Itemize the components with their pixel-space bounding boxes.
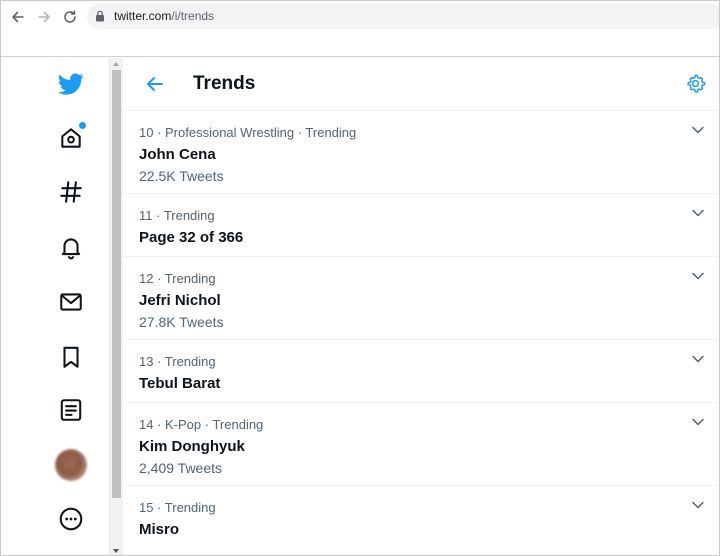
- trend-name: Jefri Nichol: [139, 292, 221, 309]
- trend-item[interactable]: 10 · Professional Wrestling · Trending J…: [123, 111, 719, 194]
- trend-item[interactable]: 14 · K-Pop · Trending Kim Donghyuk 2,409…: [123, 403, 719, 486]
- trend-meta: 13 · Trending: [139, 354, 216, 369]
- trend-menu-button[interactable]: [689, 350, 707, 368]
- trend-name: Kim Donghyuk: [139, 438, 245, 455]
- trend-meta: 12 · Trending: [139, 271, 216, 286]
- browser-toolbar: twitter.com/i/trends: [1, 1, 719, 57]
- address-url: twitter.com/i/trends: [114, 9, 214, 23]
- trend-menu-button[interactable]: [689, 204, 707, 222]
- sidebar-nav: [1, 58, 109, 555]
- trend-menu-button[interactable]: [689, 267, 707, 285]
- trend-tweet-count: 2,409 Tweets: [139, 460, 223, 476]
- address-bar[interactable]: twitter.com/i/trends: [87, 4, 719, 29]
- chevron-down-icon: [692, 418, 704, 426]
- home-icon: [61, 128, 81, 148]
- sidebar-item-explore[interactable]: [53, 174, 89, 210]
- trend-item[interactable]: 11 · Trending Page 32 of 366: [123, 194, 719, 257]
- trend-item[interactable]: 13 · Trending Tebul Barat: [123, 340, 719, 403]
- trend-tweet-count: 27.8K Tweets: [139, 314, 224, 330]
- trend-name: Misro: [139, 521, 180, 538]
- sidebar-item-notifications[interactable]: [53, 229, 89, 265]
- lock-icon: [96, 10, 104, 22]
- sidebar-item-bookmarks[interactable]: [53, 339, 89, 375]
- trend-name: Page 32 of 366: [139, 229, 244, 246]
- sidebar-item-home[interactable]: [53, 120, 89, 156]
- chevron-down-icon: [692, 355, 704, 363]
- trend-name: Tebul Barat: [139, 375, 221, 392]
- browser-forward-button[interactable]: [32, 5, 56, 29]
- scroll-thumb[interactable]: [112, 70, 121, 498]
- trend-menu-button[interactable]: [689, 121, 707, 139]
- hashtag-icon: [60, 181, 82, 203]
- sidebar-item-more[interactable]: [53, 501, 89, 537]
- sidebar-item-lists[interactable]: [53, 392, 89, 428]
- back-button[interactable]: [143, 72, 167, 96]
- trend-tweet-count: 22.5K Tweets: [139, 168, 224, 184]
- chevron-down-icon: [692, 126, 704, 134]
- arrow-right-icon: [38, 11, 50, 23]
- scroll-down-arrow[interactable]: [113, 549, 119, 553]
- page-title: Trends: [193, 73, 256, 94]
- gear-icon: [686, 73, 705, 93]
- url-path: /i/trends: [171, 9, 215, 23]
- browser-window: twitter.com/i/trends Trends 10 · Profess…: [0, 0, 720, 556]
- chevron-down-icon: [692, 209, 704, 217]
- sidebar-item-logo[interactable]: [53, 66, 89, 102]
- sidebar-item-messages[interactable]: [53, 284, 89, 320]
- more-icon: [59, 507, 83, 531]
- avatar[interactable]: [55, 449, 87, 481]
- twitter-bird-icon: [58, 73, 84, 95]
- page-header: Trends: [123, 58, 719, 111]
- bell-icon: [61, 238, 81, 260]
- trend-menu-button[interactable]: [689, 496, 707, 514]
- trend-meta: 10 · Professional Wrestling · Trending: [139, 125, 357, 140]
- chevron-down-icon: [692, 272, 704, 280]
- trend-meta: 11 · Trending: [139, 208, 215, 223]
- trend-item[interactable]: 15 · Trending Misro: [123, 486, 719, 555]
- trend-name: John Cena: [139, 146, 216, 163]
- browser-back-button[interactable]: [6, 5, 30, 29]
- browser-reload-button[interactable]: [58, 5, 82, 29]
- trend-meta: 14 · K-Pop · Trending: [139, 417, 264, 432]
- reload-icon: [64, 10, 76, 23]
- lists-icon: [60, 399, 82, 421]
- arrow-left-icon: [12, 11, 24, 23]
- trend-item[interactable]: 12 · Trending Jefri Nichol 27.8K Tweets: [123, 257, 719, 340]
- trend-menu-button[interactable]: [689, 413, 707, 431]
- url-host: twitter.com: [114, 9, 172, 23]
- scrollbar[interactable]: [109, 58, 122, 555]
- chevron-down-icon: [692, 501, 704, 509]
- mail-icon: [60, 293, 82, 311]
- bookmark-icon: [63, 346, 79, 368]
- notification-dot: [79, 122, 86, 129]
- settings-button[interactable]: [683, 71, 707, 95]
- scroll-up-arrow[interactable]: [113, 62, 119, 66]
- trend-meta: 15 · Trending: [139, 500, 216, 515]
- arrow-left-icon: [147, 77, 163, 91]
- main-column: Trends 10 · Professional Wrestling · Tre…: [122, 58, 719, 555]
